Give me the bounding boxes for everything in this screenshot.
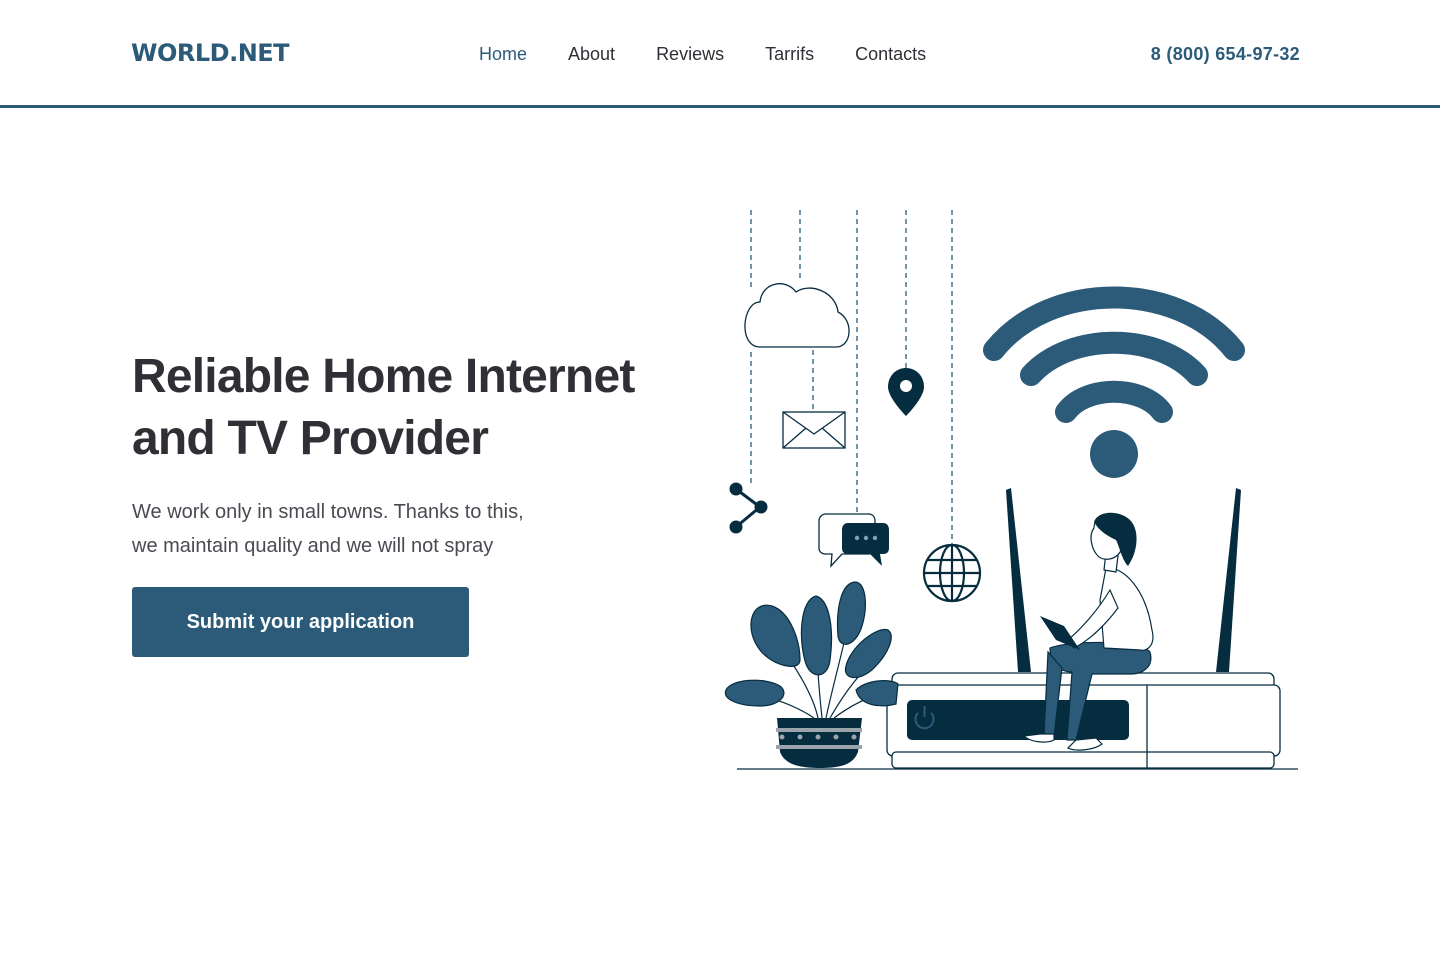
- submit-application-button[interactable]: Submit your application: [132, 587, 469, 657]
- hero-title: Reliable Home Internet and TV Provider: [132, 346, 692, 470]
- plant-icon: [724, 581, 899, 768]
- hero-title-line-2: and TV Provider: [132, 412, 489, 465]
- hero-description-line-1: We work only in small towns. Thanks to t…: [132, 501, 524, 523]
- nav-tarrifs[interactable]: Tarrifs: [765, 43, 814, 65]
- chat-icon: [818, 513, 889, 568]
- hero-description: We work only in small towns. Thanks to t…: [132, 495, 592, 563]
- mail-icon: [782, 411, 846, 449]
- wifi-icon: [983, 286, 1245, 478]
- main-nav: Home About Reviews Tarrifs Contacts: [479, 43, 967, 65]
- nav-home[interactable]: Home: [479, 43, 527, 65]
- globe-icon: [922, 543, 982, 603]
- location-pin-icon: [888, 368, 924, 416]
- nav-about[interactable]: About: [568, 43, 615, 65]
- share-icon: [729, 482, 768, 534]
- hanging-lines: [750, 210, 953, 545]
- logo[interactable]: WORLD.NET: [131, 39, 290, 67]
- nav-reviews[interactable]: Reviews: [656, 43, 724, 65]
- cloud-icon: [744, 283, 850, 348]
- site-header: WORLD.NET Home About Reviews Tarrifs Con…: [0, 0, 1440, 108]
- phone-number[interactable]: 8 (800) 654-97-32: [1151, 43, 1300, 65]
- hero-title-line-1: Reliable Home Internet: [132, 350, 635, 403]
- hero-illustration: [724, 210, 1298, 770]
- hero-description-line-2: we maintain quality and we will not spra…: [132, 535, 494, 557]
- nav-contacts[interactable]: Contacts: [855, 43, 926, 65]
